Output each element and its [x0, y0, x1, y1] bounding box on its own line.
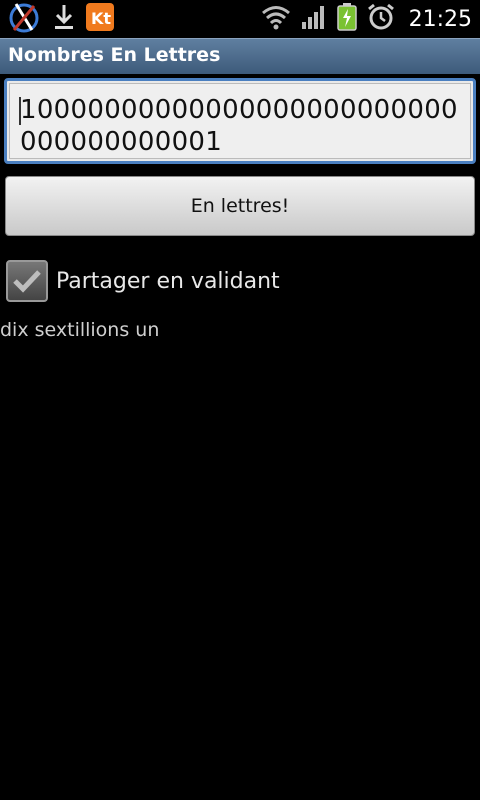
signal-icon	[301, 4, 327, 34]
wifi-icon	[261, 4, 291, 34]
convert-button[interactable]: En lettres!	[5, 176, 475, 236]
result-text: dix sextillions un	[0, 319, 160, 341]
status-bar: Kt 21:25	[0, 0, 480, 38]
share-checkbox[interactable]	[6, 260, 48, 302]
kt-app-icon: Kt	[86, 3, 114, 35]
number-input-box[interactable]: 10000000000000000000000000000000000001	[9, 83, 471, 159]
satellite-nav-icon	[6, 0, 42, 38]
share-checkbox-label[interactable]: Partager en validant	[56, 269, 280, 294]
app-title: Nombres En Lettres	[8, 44, 221, 66]
number-input-field[interactable]: 10000000000000000000000000000000000001	[4, 78, 476, 164]
battery-charging-icon	[336, 3, 357, 35]
status-bar-system: 21:25	[261, 2, 472, 36]
svg-text:Kt: Kt	[91, 9, 111, 28]
number-input-value[interactable]: 10000000000000000000000000000000000001	[20, 94, 470, 158]
status-time: 21:25	[408, 6, 472, 32]
title-bar: Nombres En Lettres	[0, 38, 480, 74]
checkmark-icon	[13, 270, 41, 293]
share-checkbox-row[interactable]: Partager en validant	[6, 258, 280, 304]
status-bar-notifications: Kt	[6, 2, 114, 36]
download-icon	[52, 2, 76, 36]
alarm-icon	[367, 3, 395, 35]
